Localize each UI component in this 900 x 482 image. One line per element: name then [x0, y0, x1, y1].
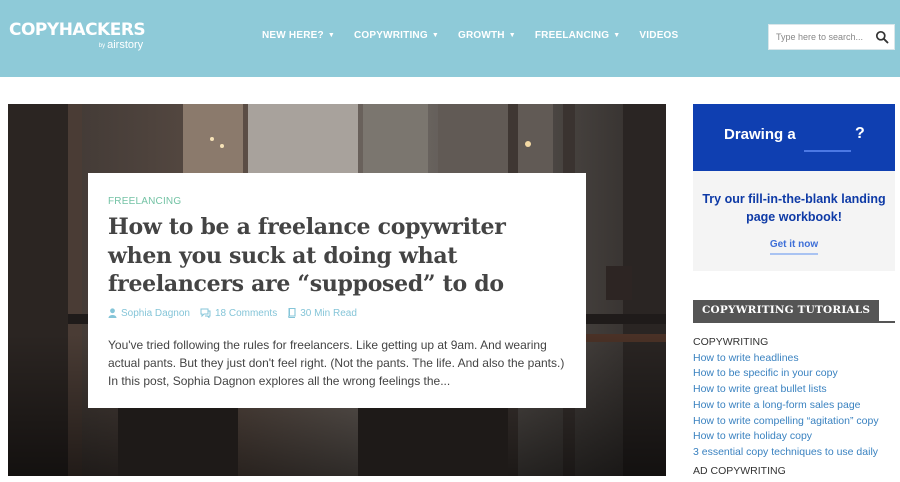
tutorials-section-copywriting: COPYWRITING — [693, 336, 769, 348]
post-comments[interactable]: 18 Comments — [200, 308, 277, 319]
post-excerpt: You've tried following the rules for fre… — [108, 337, 565, 388]
caret-down-icon: ▼ — [431, 32, 439, 39]
caret-down-icon: ▼ — [508, 32, 516, 39]
tutorial-link[interactable]: How to write a long-form sales page — [693, 398, 900, 414]
nav-item-copywriting[interactable]: COPYWRITING ▼ — [354, 30, 439, 42]
book-icon — [288, 308, 296, 318]
tutorials-heading-bar: COPYWRITING TUTORIALS — [693, 300, 895, 323]
logo-airstory: airstory — [107, 39, 144, 51]
tutorial-link[interactable]: How to be specific in your copy — [693, 366, 900, 382]
search-box — [768, 24, 895, 50]
tutorial-link[interactable]: How to write holiday copy — [693, 429, 900, 445]
post-read-time: 30 Min Read — [287, 308, 357, 319]
caret-down-icon: ▼ — [327, 32, 335, 39]
nav-item-videos[interactable]: VIDEOS — [639, 30, 678, 42]
ad-body: Try our fill-in-the-blank landing page w… — [693, 171, 895, 255]
user-icon — [108, 308, 117, 318]
search-input[interactable] — [769, 25, 869, 49]
tutorials-list: COPYWRITING How to write headlines How t… — [693, 335, 900, 479]
ad-question-mark: ? — [855, 125, 865, 142]
nav-label: GROWTH — [457, 30, 505, 41]
nav-label: COPYWRITING — [353, 30, 428, 41]
ad-headline: Drawing a — [724, 126, 796, 143]
nav-label: NEW HERE? — [262, 30, 324, 41]
nav-item-freelancing[interactable]: FREELANCING ▼ — [535, 30, 621, 42]
post-category[interactable]: FREELANCING — [108, 196, 566, 207]
ad-banner: Drawing a ? — [693, 104, 895, 171]
read-time: 30 Min Read — [300, 307, 357, 319]
tutorials-section-ad-copywriting: AD COPYWRITING — [693, 464, 786, 477]
tutorial-link[interactable]: How to write compelling “agitation” copy — [693, 414, 900, 430]
nav-item-new-here[interactable]: NEW HERE? ▼ — [262, 30, 335, 42]
tutorial-link[interactable]: How to write great bullet lists — [693, 382, 900, 398]
author-name: Sophia Dagnon — [121, 307, 190, 319]
nav-label: VIDEOS — [639, 30, 679, 41]
logo-subline: by airstory — [9, 39, 145, 52]
comments-count: 18 Comments — [214, 307, 278, 319]
search-icon[interactable] — [875, 30, 889, 44]
site-header: COPYHACKERS by airstory NEW HERE? ▼ COPYWR… — [0, 0, 900, 77]
tutorials-heading: COPYWRITING TUTORIALS — [693, 300, 880, 321]
featured-post-card: FREELANCING How to be a freelance copywr… — [88, 173, 586, 408]
copyhackers-logo[interactable]: COPYHACKERS by airstory — [9, 20, 146, 52]
logo-by: by — [98, 43, 106, 49]
logo-wordmark: COPYHACKERS — [9, 20, 146, 40]
main-nav: NEW HERE? ▼ COPYWRITING ▼ GROWTH ▼ FREELANC… — [262, 30, 697, 42]
sidebar-ad-workbook[interactable]: Drawing a ? Try our fill-in-the-blank la… — [693, 104, 895, 271]
post-author[interactable]: Sophia Dagnon — [108, 308, 190, 319]
post-meta: Sophia Dagnon 18 Comments 30 Min Read — [108, 308, 566, 319]
tutorial-link[interactable]: How to write headlines — [693, 351, 900, 367]
tutorial-link[interactable]: 3 essential copy techniques to use daily — [693, 445, 900, 461]
nav-item-growth[interactable]: GROWTH ▼ — [458, 30, 516, 42]
get-it-now-link[interactable]: Get it now — [769, 239, 819, 255]
ad-text: Try our fill-in-the-blank landing page w… — [702, 192, 886, 224]
ad-blank-line — [804, 150, 851, 152]
nav-label: FREELANCING — [534, 30, 610, 41]
post-title[interactable]: How to be a freelance copywriter when yo… — [108, 213, 566, 299]
caret-down-icon: ▼ — [613, 32, 621, 39]
comments-icon — [200, 308, 211, 318]
